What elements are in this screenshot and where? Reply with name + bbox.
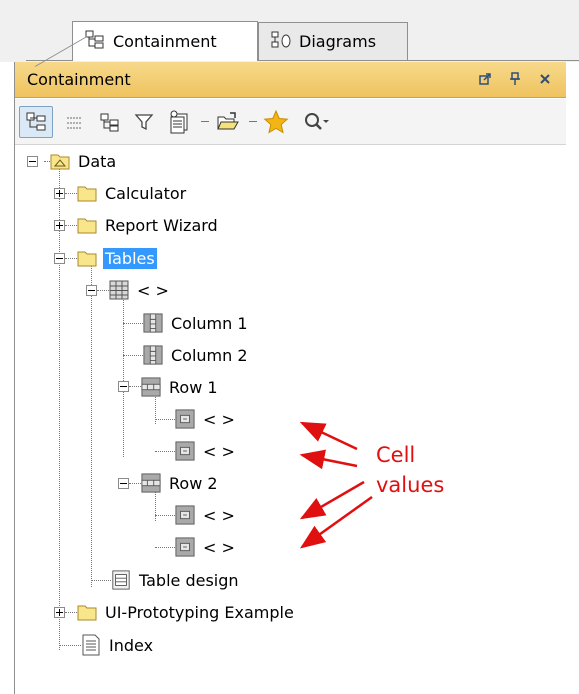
- containment-tree-icon: [85, 30, 105, 54]
- tab-containment[interactable]: Containment: [72, 21, 258, 61]
- annotation-text: Cell values: [376, 443, 445, 497]
- annotation-arrow: [299, 480, 365, 520]
- annotation-arrow: [299, 449, 358, 470]
- annotation-arrows: [299, 421, 373, 549]
- annotation-arrow: [299, 421, 358, 451]
- tab-containment-label: Containment: [113, 32, 217, 51]
- annotation-arrow: [299, 495, 373, 549]
